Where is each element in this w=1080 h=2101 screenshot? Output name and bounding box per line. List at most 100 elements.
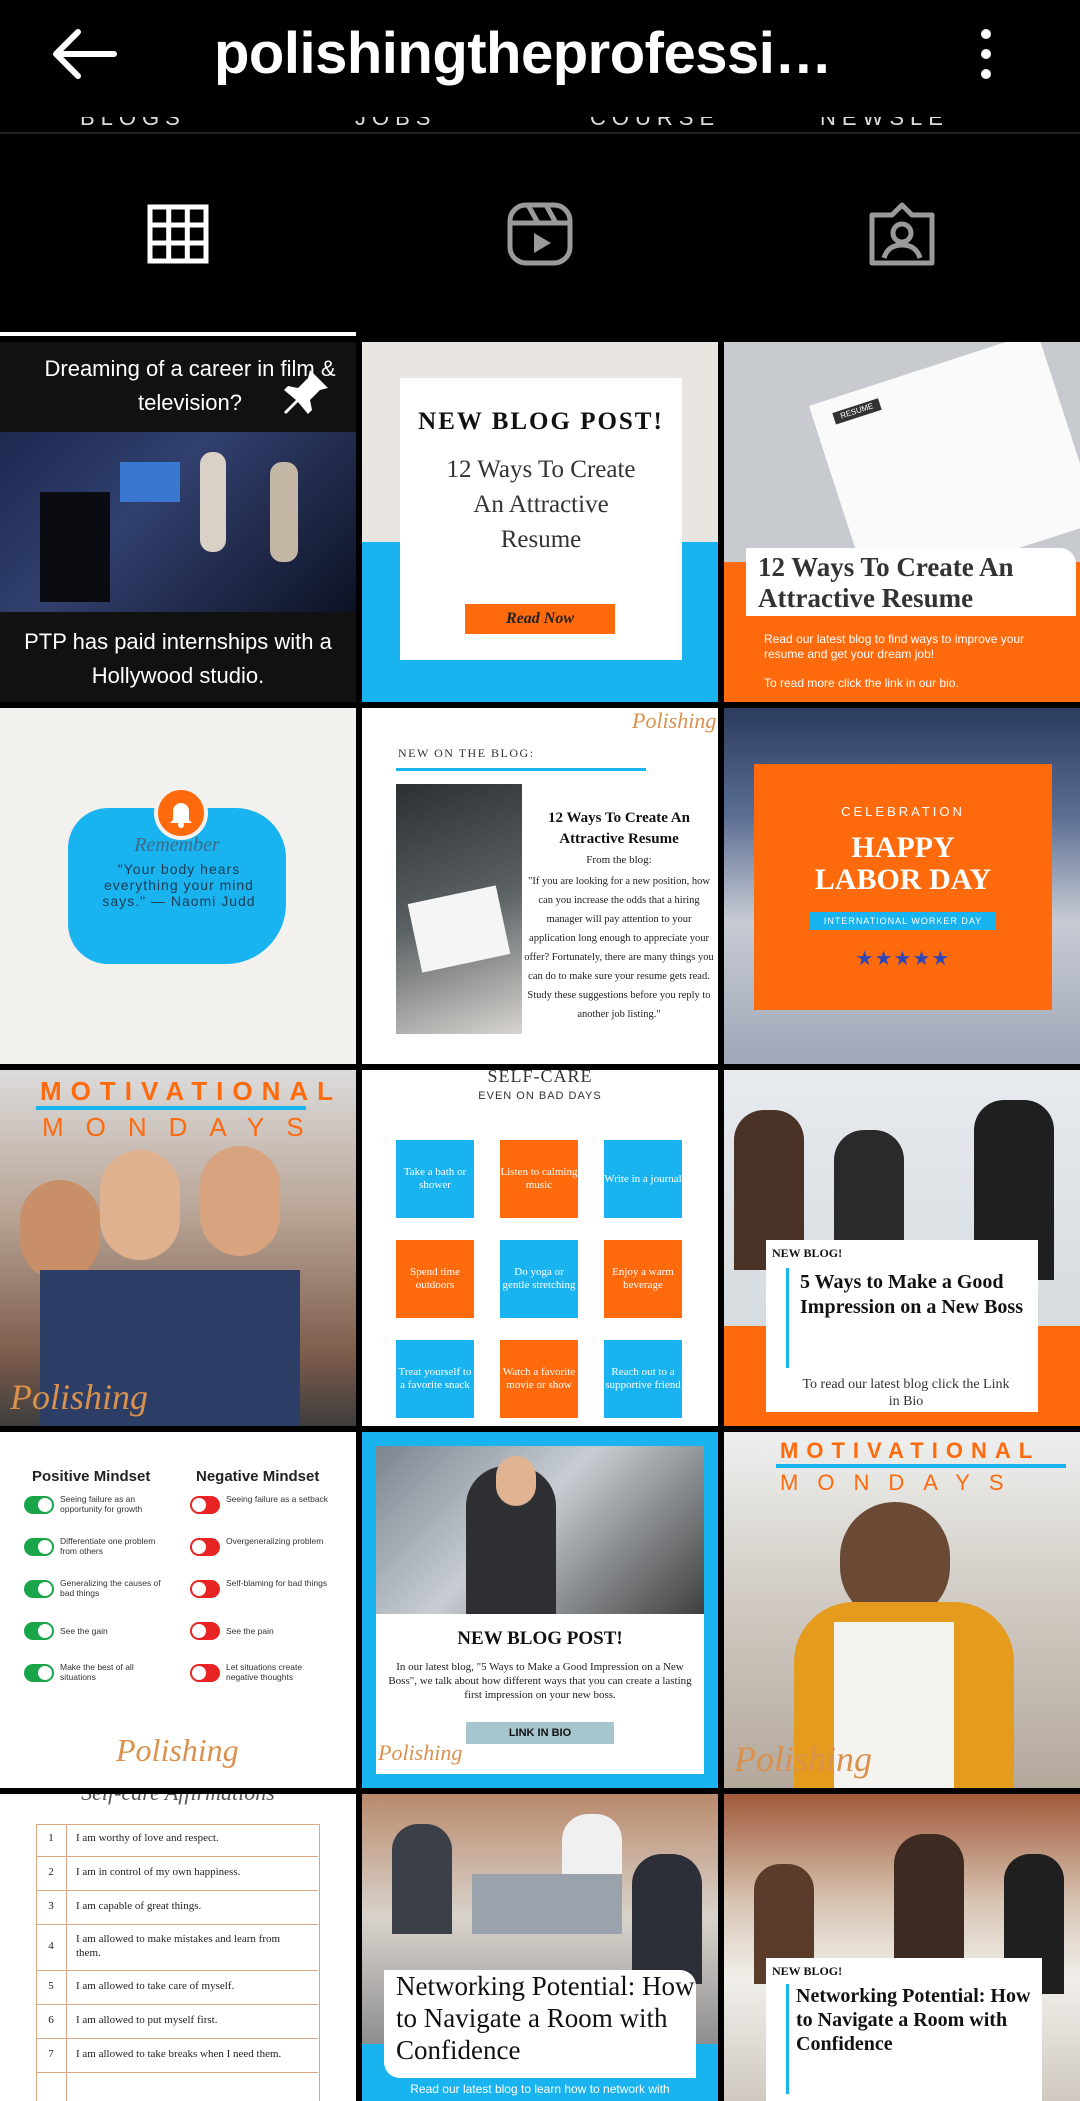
toggle-off [190, 1538, 220, 1556]
row-number: 4 [48, 1940, 54, 1952]
toggle-off [190, 1622, 220, 1640]
tab-tagged[interactable] [724, 134, 1080, 336]
post-self-care[interactable]: SELF-CARE EVEN ON BAD DAYS Take a bath o… [362, 1070, 718, 1426]
post-subtitle: INTERNATIONAL WORKER DAY [810, 912, 996, 930]
post-labor-day[interactable]: CELEBRATION HAPPY LABOR DAY INTERNATIONA… [724, 708, 1080, 1064]
post-quote-naomi-judd[interactable]: Remember "Your body hears everything you… [0, 708, 356, 1064]
top-bar: polishingtheprofessio… [0, 0, 1080, 110]
more-vertical-icon[interactable] [966, 22, 1006, 86]
post-cta: To read our latest blog click the Link i… [802, 1377, 1010, 1409]
profile-tabs [0, 134, 1080, 336]
post-title: 5 Ways to Make a Good Impression on a Ne… [800, 1271, 1023, 1318]
post-body: Read our latest blog to find ways to imp… [764, 632, 1025, 661]
mindset-item: See the pain [226, 1626, 274, 1636]
post-film-internship[interactable]: Dreaming of a career in film & televisio… [0, 342, 356, 702]
post-new-on-blog[interactable]: Polishing NEW ON THE BLOG: 12 Ways To Cr… [362, 708, 718, 1064]
post-new-blog-good-impression[interactable]: NEW BLOG POST! In our latest blog, "5 Wa… [362, 1432, 718, 1788]
tile: Reach out to a supportive friend [604, 1340, 682, 1418]
highlight-label: JOBS [355, 117, 437, 130]
mindset-item: See the gain [60, 1626, 108, 1636]
row-number: 1 [48, 1832, 54, 1844]
tab-posts[interactable] [0, 134, 356, 336]
toggle-on [24, 1496, 54, 1514]
row-text: I am allowed to make mistakes and learn … [76, 1933, 281, 1959]
post-body: In our latest blog, "5 Ways to Make a Go… [388, 1661, 692, 1701]
toggle-on [24, 1580, 54, 1598]
mindset-item: Make the best of all situations [60, 1662, 134, 1682]
post-resume-orange[interactable]: RESUME 12 Ways To Create An Attractive R… [724, 342, 1080, 702]
post-networking-1[interactable]: Networking Potential: How to Navigate a … [362, 1794, 718, 2101]
toggle-on [24, 1664, 54, 1682]
motivational-text: MOTIVATIONAL [780, 1438, 1041, 1463]
post-cta: To read more click the link in our bio. [764, 676, 959, 690]
toggle-off [190, 1580, 220, 1598]
highlight-label: BLOGS [80, 117, 186, 130]
post-title: Networking Potential: How to Navigate a … [396, 1971, 695, 2065]
post-affirmations[interactable]: Self-care Affirmations 1 I am worthy of l… [0, 1794, 356, 2101]
row-number: 3 [48, 1900, 54, 1912]
toggle-on [24, 1622, 54, 1640]
post-motivational-mondays-2[interactable]: MOTIVATIONAL MONDAYS Polishing [724, 1432, 1080, 1788]
quote-text: "Your body hears everything your mind sa… [102, 861, 256, 909]
tile: Do yoga or gentle stretching [500, 1240, 578, 1318]
post-body: "If you are looking for a new position, … [524, 876, 714, 1020]
post-networking-2[interactable]: NEW BLOG! Networking Potential: How to N… [724, 1794, 1080, 2101]
resume-label: RESUME [832, 398, 882, 425]
brand-logo: Polishing [734, 1739, 873, 1779]
grid-icon [147, 204, 209, 264]
mindset-item: Seeing failure as a setback [226, 1494, 329, 1504]
post-label: NEW ON THE BLOG: [398, 746, 535, 760]
post-good-impression[interactable]: NEW BLOG! 5 Ways to Make a Good Impressi… [724, 1070, 1080, 1426]
tile: Spend time outdoors [396, 1240, 474, 1318]
negative-heading: Negative Mindset [196, 1468, 320, 1485]
row-number: 5 [48, 1980, 54, 1992]
brand-logo: Polishing [10, 1377, 149, 1417]
row-number: 7 [48, 2048, 54, 2060]
post-motivational-mondays-1[interactable]: MOTIVATIONAL MONDAYS Polishing [0, 1070, 356, 1426]
profile-username: polishingtheprofessio… [214, 21, 854, 86]
toggle-on [24, 1538, 54, 1556]
post-title: Networking Potential: How to Navigate a … [796, 1985, 1031, 2055]
highlight-blogs[interactable]: BLOGS [80, 117, 210, 131]
highlight-newsletter[interactable]: NEWSLETTER [820, 117, 950, 131]
highlight-label: NEWSLETTER [820, 117, 950, 130]
row-text: I am worthy of love and respect. [76, 1832, 219, 1844]
active-tab-indicator [0, 332, 356, 336]
positive-heading: Positive Mindset [32, 1468, 151, 1485]
row-text: I am allowed to take breaks when I need … [76, 2048, 282, 2060]
brand-logo: Polishing [632, 708, 717, 733]
tile: Enjoy a warm beverage [604, 1240, 682, 1318]
row-text: I am in control of my own happiness. [76, 1866, 241, 1878]
post-heading: NEW BLOG POST! [457, 1628, 623, 1649]
brand-logo: Polishing [378, 1740, 463, 1765]
post-heading: NEW BLOG POST! [418, 408, 664, 435]
script-remember: Remember [134, 834, 220, 856]
row-text: I am allowed to take care of myself. [76, 1980, 235, 1992]
post-mindset[interactable]: Positive Mindset Negative Mindset Seeing… [0, 1432, 356, 1788]
row-number: 6 [48, 2014, 54, 2026]
post-caption-bottom: PTP has paid internships with a Hollywoo… [24, 629, 332, 688]
highlight-courses[interactable]: COURSES [590, 117, 720, 131]
row-text: I am allowed to put myself first. [76, 2014, 218, 2026]
post-new-blog-resume[interactable]: NEW BLOG POST! 12 Ways To Create An Attr… [362, 342, 718, 702]
reels-icon [507, 202, 573, 266]
toggle-off [190, 1664, 220, 1682]
tile: Watch a favorite movie or show [500, 1340, 578, 1418]
highlight-jobs[interactable]: JOBS [355, 117, 485, 131]
mindset-item: Seeing failure as an opportunity for gro… [60, 1494, 143, 1514]
toggle-off [190, 1496, 220, 1514]
from-label: From the blog: [586, 854, 652, 866]
highlight-label: COURSES [590, 117, 720, 130]
tagged-user-icon [869, 202, 935, 266]
tile: Write in a journal [604, 1140, 682, 1218]
tile: Listen to calming music [500, 1140, 578, 1218]
tab-reels[interactable] [362, 134, 718, 336]
pin-icon [284, 370, 328, 414]
post-title: Self-care Affirmations [0, 1794, 356, 1806]
row-text: I am capable of great things. [76, 1900, 202, 1912]
post-title: 12 Ways To Create An Attractive Resume [446, 456, 636, 553]
brand-logo: Polishing [116, 1732, 239, 1768]
studio-photo [0, 432, 356, 612]
arrow-left-icon[interactable] [48, 26, 120, 82]
tile: Treat yourself to a favorite snack [396, 1340, 474, 1418]
